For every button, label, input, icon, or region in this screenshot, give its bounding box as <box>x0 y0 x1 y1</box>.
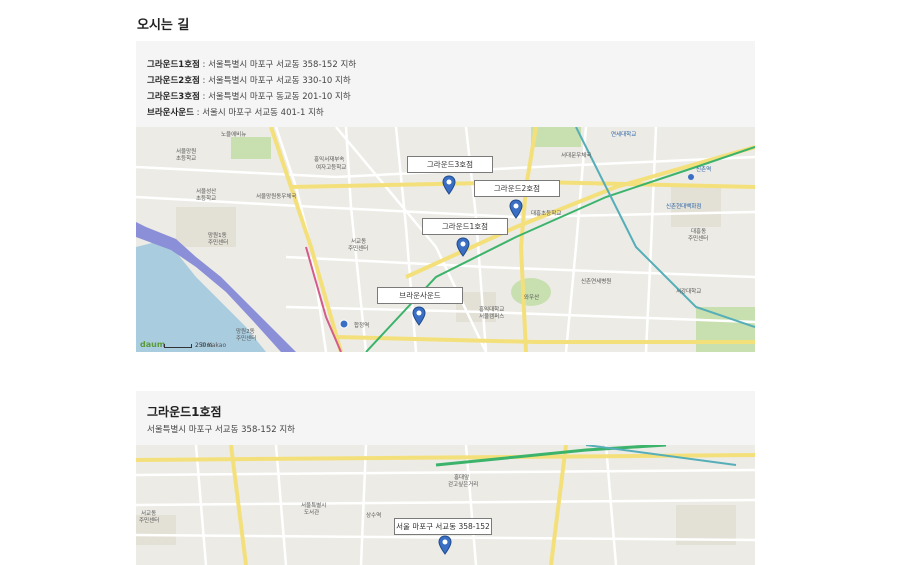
address-line: 그라운드1호점 : 서울특별시 마포구 서교동 358-152 지하 <box>147 60 357 70</box>
map-logo[interactable]: daum <box>140 340 165 349</box>
map-pin-icon[interactable] <box>442 175 456 195</box>
marker-label: 그라운드3호점 <box>407 156 493 173</box>
page-title: 오시는 길 <box>137 18 190 33</box>
marker-label: 브라운사운드 <box>377 287 463 304</box>
marker-label: 서울 마포구 서교동 358-152 <box>394 518 492 535</box>
address-line: 그라운드3호점 : 서울특별시 마포구 동교동 201-10 지하 <box>147 92 351 102</box>
branch-card: 그라운드1호점 서울특별시 마포구 서교동 358-152 지하 <box>136 391 755 445</box>
address-list: 그라운드1호점 : 서울특별시 마포구 서교동 358-152 지하 그라운드2… <box>136 41 755 127</box>
branch-map[interactable]: 서교동 주민센터 홍대앞 걷고싶은거리 상수역 서울특별시 도서관 서울 마포구… <box>136 445 755 565</box>
map-pin-icon[interactable] <box>509 199 523 219</box>
address-line: 브라운사운드 : 서울시 마포구 서교동 401-1 지하 <box>147 108 324 118</box>
map-copyright[interactable]: © Kakao <box>200 342 226 349</box>
branch-name: 그라운드1호점 <box>147 405 222 419</box>
marker-label: 그라운드2호점 <box>474 180 560 197</box>
overview-map[interactable]: 노을에비뉴 서울망원 초등학교 홍익서재부속 여자고등학교 연세대학교 서대문우… <box>136 127 755 352</box>
address-line: 그라운드2호점 : 서울특별시 마포구 서교동 330-10 지하 <box>147 76 351 86</box>
branch-address: 서울특별시 마포구 서교동 358-152 지하 <box>147 425 295 435</box>
map-pin-icon[interactable] <box>438 535 452 555</box>
map-pin-icon[interactable] <box>456 237 470 257</box>
marker-label: 그라운드1호점 <box>422 218 508 235</box>
map-pin-icon[interactable] <box>412 306 426 326</box>
